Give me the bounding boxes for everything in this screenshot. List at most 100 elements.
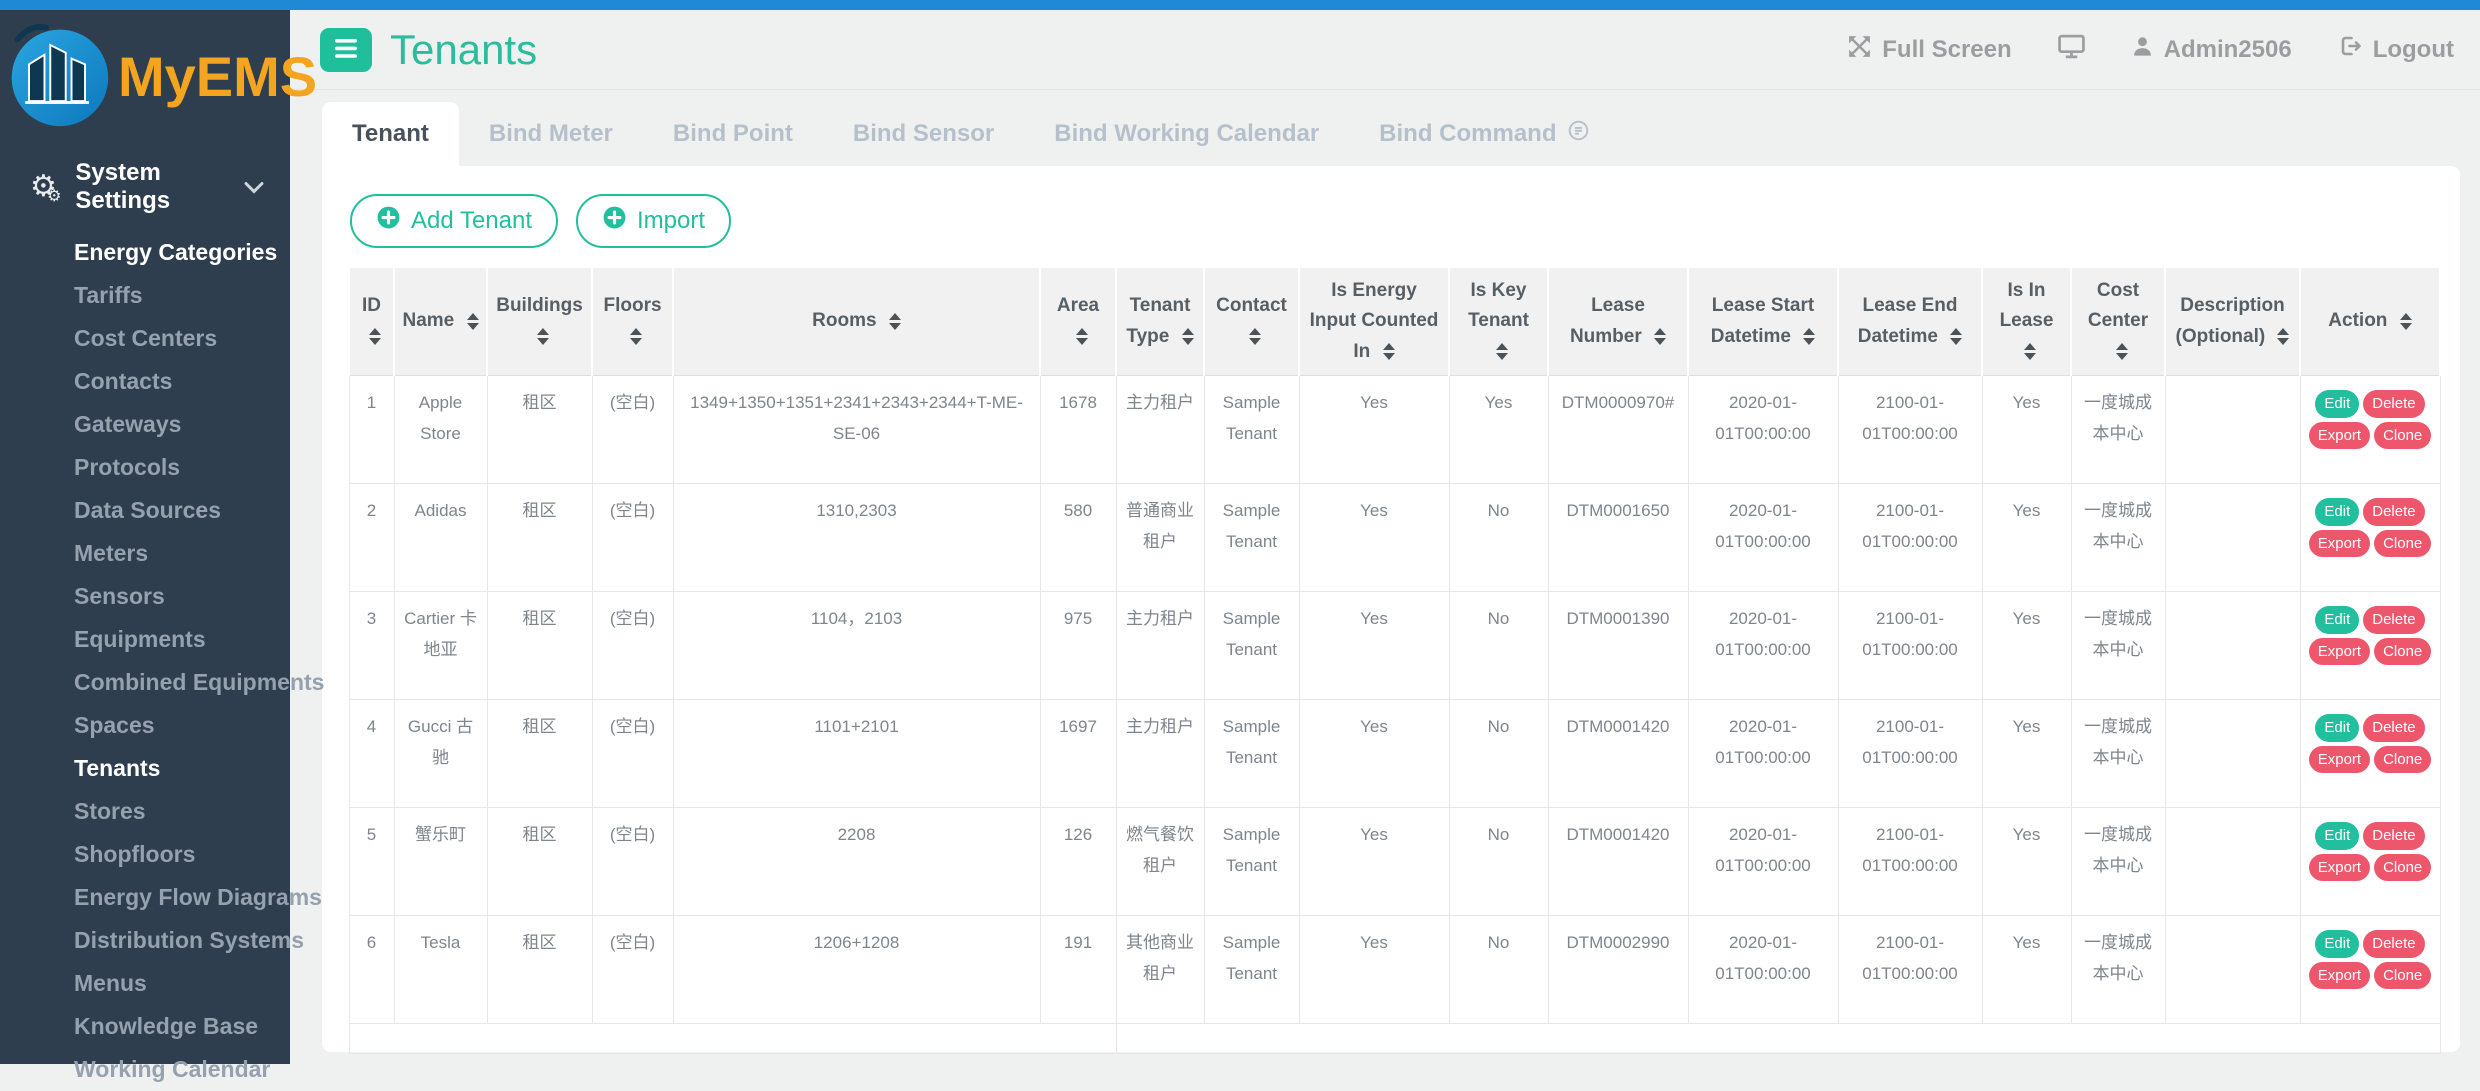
export-button[interactable]: Export — [2309, 638, 2370, 666]
delete-button[interactable]: Delete — [2363, 606, 2424, 634]
sort-icon[interactable] — [2116, 343, 2128, 360]
import-button[interactable]: Import — [576, 194, 731, 248]
delete-button[interactable]: Delete — [2363, 714, 2424, 742]
clone-button[interactable]: Clone — [2374, 962, 2431, 990]
clone-button[interactable]: Clone — [2374, 854, 2431, 882]
sidebar-item-tariffs[interactable]: Tariffs — [0, 274, 290, 317]
export-button[interactable]: Export — [2309, 854, 2370, 882]
sidebar-item-energy-categories[interactable]: Energy Categories — [0, 231, 290, 274]
full-screen-button[interactable]: Full Screen — [1847, 34, 2011, 66]
sidebar-item-combined-equipments[interactable]: Combined Equipments — [0, 661, 290, 704]
sidebar-item-tenants[interactable]: Tenants — [0, 747, 290, 790]
sidebar-item-contacts[interactable]: Contacts — [0, 360, 290, 403]
clone-button[interactable]: Clone — [2374, 746, 2431, 774]
export-button[interactable]: Export — [2309, 746, 2370, 774]
col-description[interactable]: Description (Optional) — [2165, 267, 2300, 376]
sort-icon[interactable] — [2277, 328, 2289, 345]
export-button[interactable]: Export — [2309, 422, 2370, 450]
sidebar-item-menus[interactable]: Menus — [0, 962, 290, 1005]
sidebar-item-stores[interactable]: Stores — [0, 790, 290, 833]
cell-area: 975 — [1040, 592, 1116, 700]
col-lease-start-datetime[interactable]: Lease Start Datetime — [1688, 267, 1838, 376]
sidebar-item-protocols[interactable]: Protocols — [0, 446, 290, 489]
sort-icon[interactable] — [1249, 328, 1261, 345]
clone-button[interactable]: Clone — [2374, 530, 2431, 558]
clone-button[interactable]: Clone — [2374, 422, 2431, 450]
sidebar-item-gateways[interactable]: Gateways — [0, 403, 290, 446]
edit-button[interactable]: Edit — [2315, 930, 2359, 958]
col-id[interactable]: ID — [349, 267, 394, 376]
sort-icon[interactable] — [1803, 328, 1815, 345]
sort-icon[interactable] — [2400, 313, 2412, 330]
sort-icon[interactable] — [889, 313, 901, 330]
sidebar-section-system-settings[interactable]: System Settings — [0, 137, 290, 221]
display-button[interactable] — [2058, 34, 2085, 66]
tab-bind-meter[interactable]: Bind Meter — [459, 102, 643, 166]
sidebar-item-distribution-systems[interactable]: Distribution Systems — [0, 919, 290, 962]
gears-icon — [30, 172, 57, 203]
col-name[interactable]: Name — [394, 267, 487, 376]
col-tenant-type[interactable]: Tenant Type — [1116, 267, 1204, 376]
sidebar-item-sensors[interactable]: Sensors — [0, 575, 290, 618]
sort-icon[interactable] — [630, 328, 642, 345]
col-is-key-tenant[interactable]: Is Key Tenant — [1449, 267, 1548, 376]
col-is-energy-input-counted-in[interactable]: Is Energy Input Counted In — [1299, 267, 1449, 376]
delete-button[interactable]: Delete — [2363, 390, 2424, 418]
clone-button[interactable]: Clone — [2374, 638, 2431, 666]
sidebar-item-equipments[interactable]: Equipments — [0, 618, 290, 661]
sidebar-item-cost-centers[interactable]: Cost Centers — [0, 317, 290, 360]
edit-button[interactable]: Edit — [2315, 498, 2359, 526]
sidebar-item-energy-flow-diagrams[interactable]: Energy Flow Diagrams — [0, 876, 290, 919]
edit-button[interactable]: Edit — [2315, 390, 2359, 418]
tab-bind-command[interactable]: Bind Command — [1349, 102, 1619, 166]
sort-icon[interactable] — [1654, 328, 1666, 345]
collapse-menu-button[interactable] — [320, 28, 372, 72]
delete-button[interactable]: Delete — [2363, 822, 2424, 850]
export-button[interactable]: Export — [2309, 962, 2370, 990]
edit-button[interactable]: Edit — [2315, 606, 2359, 634]
sort-icon[interactable] — [369, 328, 381, 345]
cell-area: 1678 — [1040, 376, 1116, 484]
edit-button[interactable]: Edit — [2315, 822, 2359, 850]
sidebar-item-knowledge-base[interactable]: Knowledge Base — [0, 1005, 290, 1048]
sidebar-item-data-sources[interactable]: Data Sources — [0, 489, 290, 532]
tab-bind-working-calendar[interactable]: Bind Working Calendar — [1024, 102, 1349, 166]
sidebar-item-working-calendar[interactable]: Working Calendar — [0, 1048, 290, 1091]
sidebar-item-shopfloors[interactable]: Shopfloors — [0, 833, 290, 876]
delete-button[interactable]: Delete — [2363, 498, 2424, 526]
tab-bind-point[interactable]: Bind Point — [643, 102, 823, 166]
tab-bind-sensor[interactable]: Bind Sensor — [823, 102, 1024, 166]
sort-icon[interactable] — [467, 313, 479, 330]
col-contact[interactable]: Contact — [1204, 267, 1299, 376]
cell-lease-start-datetime: 2020-01-01T00:00:00 — [1688, 808, 1838, 916]
delete-button[interactable]: Delete — [2363, 930, 2424, 958]
tab-tenant[interactable]: Tenant — [322, 102, 459, 166]
col-cost-center[interactable]: Cost Center — [2071, 267, 2165, 376]
edit-button[interactable]: Edit — [2315, 714, 2359, 742]
sidebar-item-spaces[interactable]: Spaces — [0, 704, 290, 747]
sort-icon[interactable] — [1383, 343, 1395, 360]
col-lease-end-datetime[interactable]: Lease End Datetime — [1838, 267, 1982, 376]
sort-icon[interactable] — [2024, 343, 2036, 360]
cell-tenant-type: 普通商业租户 — [1116, 484, 1204, 592]
sort-icon[interactable] — [1182, 328, 1194, 345]
col-rooms[interactable]: Rooms — [673, 267, 1040, 376]
col-action[interactable]: Action — [2300, 267, 2440, 376]
col-floors[interactable]: Floors — [592, 267, 673, 376]
sort-icon[interactable] — [1950, 328, 1962, 345]
hamburger-icon — [334, 38, 358, 62]
col-lease-number[interactable]: Lease Number — [1548, 267, 1688, 376]
user-menu[interactable]: Admin2506 — [2131, 35, 2292, 65]
col-buildings[interactable]: Buildings — [487, 267, 592, 376]
cell-floors: (空白) — [592, 376, 673, 484]
col-is-in-lease[interactable]: Is In Lease — [1982, 267, 2071, 376]
col-area[interactable]: Area — [1040, 267, 1116, 376]
sidebar-item-meters[interactable]: Meters — [0, 532, 290, 575]
add-tenant-button[interactable]: Add Tenant — [350, 194, 558, 248]
logout-button[interactable]: Logout — [2338, 34, 2454, 65]
sort-icon[interactable] — [1076, 328, 1088, 345]
sort-icon[interactable] — [1496, 343, 1508, 360]
export-button[interactable]: Export — [2309, 530, 2370, 558]
brand[interactable]: MyEMS — [0, 10, 290, 137]
sort-icon[interactable] — [537, 328, 549, 345]
